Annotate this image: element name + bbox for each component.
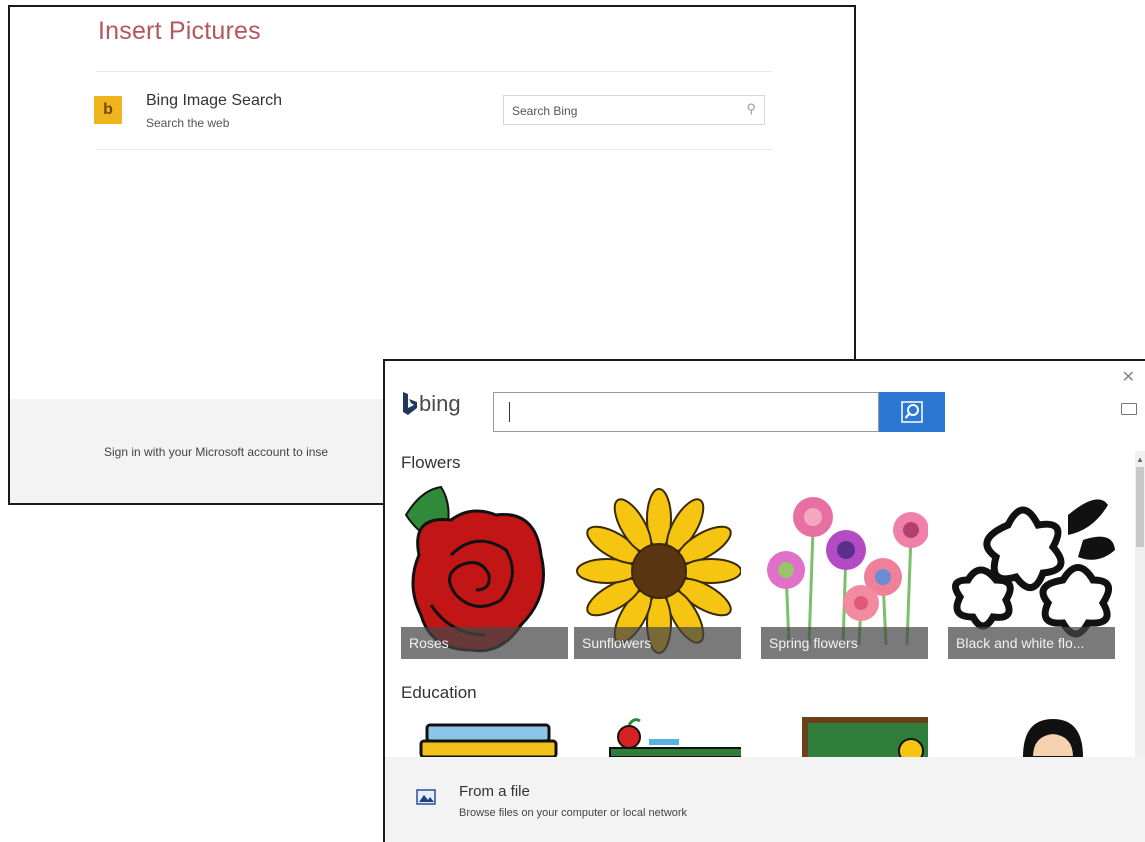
- feedback-icon[interactable]: [1121, 403, 1137, 415]
- tile-caption: Spring flowers: [761, 627, 928, 659]
- bing-search-box[interactable]: [493, 392, 879, 432]
- image-tile-black-and-white-flowers[interactable]: Black and white flo...: [948, 485, 1115, 659]
- picture-file-icon: [416, 789, 436, 805]
- tile-caption: Sunflowers: [574, 627, 741, 659]
- bing-image-search-subtitle: Search the web: [146, 116, 230, 130]
- image-tile-apple-desk[interactable]: [574, 717, 741, 757]
- scroll-thumb[interactable]: [1136, 467, 1144, 547]
- apple-desk-image: [609, 718, 741, 757]
- image-tile-roses[interactable]: Roses: [401, 485, 568, 659]
- image-tile-student[interactable]: [948, 717, 1115, 757]
- vertical-scrollbar[interactable]: ▲ ▼: [1135, 451, 1145, 791]
- from-a-file-title: From a file: [459, 783, 530, 800]
- dialog-title: Insert Pictures: [98, 17, 261, 45]
- image-tile-sunflowers[interactable]: Sunflowers: [574, 485, 741, 659]
- category-heading-education: Education: [401, 683, 477, 702]
- image-tile-chalkboard[interactable]: [761, 717, 928, 757]
- category-heading-flowers: Flowers: [401, 453, 461, 472]
- sign-in-message: Sign in with your Microsoft account to i…: [104, 445, 329, 459]
- search-bing-box[interactable]: ⚲: [503, 95, 765, 125]
- search-bing-input[interactable]: [510, 101, 734, 121]
- image-tile-spring-flowers[interactable]: Spring flowers: [761, 485, 928, 659]
- tile-caption: Black and white flo...: [948, 627, 1115, 659]
- from-a-file-subtitle: Browse files on your computer or local n…: [459, 807, 688, 819]
- from-a-file-option[interactable]: From a file Browse files on your compute…: [385, 757, 1145, 842]
- bing-logo: bing: [401, 391, 461, 417]
- student-image: [1023, 719, 1083, 757]
- bing-image-search-label[interactable]: Bing Image Search: [146, 92, 282, 110]
- bing-picture-picker: ✕ bing ▲ ▼ Flowers Roses: [383, 359, 1145, 842]
- divider: [96, 71, 772, 72]
- bing-logo-text: bing: [419, 391, 461, 416]
- scroll-up-icon[interactable]: ▲: [1136, 455, 1144, 464]
- search-button[interactable]: [879, 392, 945, 432]
- bing-logo-icon: b: [94, 96, 122, 124]
- bing-search-input[interactable]: [504, 401, 868, 425]
- chalkboard-image: [802, 717, 928, 757]
- flower: [793, 497, 833, 537]
- search-icon[interactable]: ⚲: [746, 101, 756, 117]
- books-image: [419, 723, 558, 757]
- image-tile-books[interactable]: [401, 717, 568, 757]
- divider: [96, 149, 772, 150]
- bing-b-icon: [403, 392, 417, 415]
- magnifier-icon: [901, 401, 923, 423]
- tile-caption: Roses: [401, 627, 568, 659]
- close-icon[interactable]: ✕: [1122, 367, 1135, 387]
